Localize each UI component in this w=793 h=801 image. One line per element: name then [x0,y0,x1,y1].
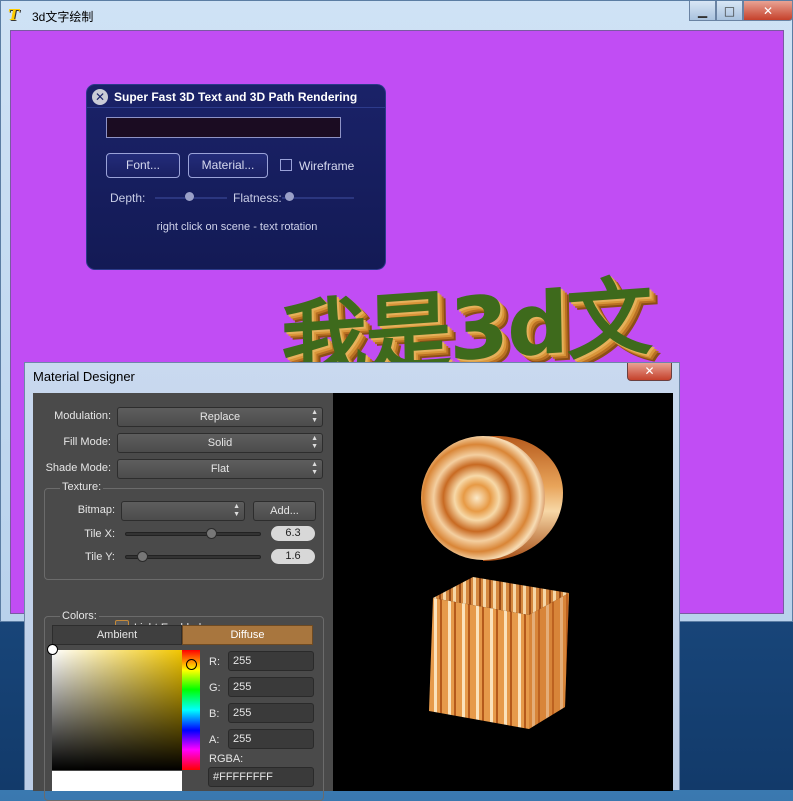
tile-x-label: Tile X: [84,528,115,540]
tile-y-slider-thumb[interactable] [137,551,148,562]
spin-arrows-icon: ▲ ▼ [311,435,318,450]
color-swatch [52,771,182,791]
cube-side-texture [529,593,569,729]
material-designer-window: Material Designer ✕ Modulation: Replace … [24,362,680,801]
colors-group-title: Colors: [60,610,99,622]
window-title: 3d文字绘制 [32,10,94,24]
cylinder-face [421,436,545,560]
texture-group-title: Texture: [60,481,104,493]
b-field[interactable]: 255 [228,703,314,723]
spin-arrows-icon: ▲ ▼ [311,409,318,424]
tile-y-label: Tile Y: [85,551,115,563]
rgba-field[interactable]: #FFFFFFFF [208,767,314,787]
preview-scene [421,436,569,729]
depth-label: Depth: [110,191,146,205]
wireframe-checkbox[interactable] [280,159,292,171]
close-button[interactable]: ✕ [743,1,793,21]
bitmap-label: Bitmap: [77,504,115,516]
shade-mode-select[interactable]: Flat ▲ ▼ [117,459,323,479]
app-icon: T [8,6,20,24]
tab-diffuse[interactable]: Diffuse [182,625,313,645]
panel-title: Super Fast 3D Text and 3D Path Rendering [114,90,358,104]
panel-close-icon[interactable]: ✕ [92,89,108,105]
material-button[interactable]: Material... [188,153,268,178]
fill-mode-label: Fill Mode: [63,436,111,448]
font-button[interactable]: Font... [106,153,180,178]
rotation-hint: right click on scene - text rotation [156,221,318,233]
tile-x-slider-thumb[interactable] [206,528,217,539]
spin-arrows-icon: ▲ ▼ [233,503,240,518]
shade-mode-value: Flat [210,463,230,475]
cube-front [429,598,529,729]
modulation-label: Modulation: [54,410,111,422]
tile-x-slider[interactable] [125,532,261,536]
bitmap-select[interactable]: ▲ ▼ [121,501,245,521]
fill-mode-value: Solid [207,437,233,449]
saturation-value-picker[interactable] [52,650,182,770]
md-close-button[interactable]: ✕ [627,363,672,381]
add-bitmap-button[interactable]: Add... [253,501,316,521]
material-designer-title: Material Designer [33,369,135,384]
text-control-panel: ✕ Super Fast 3D Text and 3D Path Renderi… [86,84,386,270]
fill-mode-select[interactable]: Solid ▲ ▼ [117,433,323,453]
r-label: R: [209,656,220,668]
tab-ambient[interactable]: Ambient [52,625,182,645]
rgba-label: RGBA: [209,753,244,765]
tile-x-value[interactable]: 6.3 [271,526,315,541]
tile-y-value[interactable]: 1.6 [271,549,315,564]
depth-slider-thumb[interactable] [185,192,194,201]
spin-arrows-icon: ▲ ▼ [311,461,318,476]
modulation-select[interactable]: Replace ▲ ▼ [117,407,323,427]
text-input[interactable] [106,117,341,138]
minimize-button[interactable]: ▁ [689,1,716,21]
b-label: B: [209,708,220,720]
modulation-value: Replace [199,411,241,423]
r-field[interactable]: 255 [228,651,314,671]
material-settings-pane: Modulation: Replace ▲ ▼ Fill Mode: Solid … [33,393,333,801]
a-label: A: [209,734,220,746]
g-label: G: [209,682,221,694]
g-field[interactable]: 255 [228,677,314,697]
a-field[interactable]: 255 [228,729,314,749]
hue-marker[interactable] [186,659,197,670]
flatness-label: Flatness: [233,191,282,205]
maximize-button[interactable]: □ [716,1,743,21]
flatness-slider-thumb[interactable] [285,192,294,201]
wireframe-label: Wireframe [299,159,355,173]
panel-divider [87,107,385,108]
shade-mode-label: Shade Mode: [45,462,111,474]
material-preview-viewport[interactable] [333,393,673,791]
picker-marker[interactable] [47,644,58,655]
title-bar[interactable]: T 3d文字绘制 ▁ □ ✕ [1,1,793,30]
